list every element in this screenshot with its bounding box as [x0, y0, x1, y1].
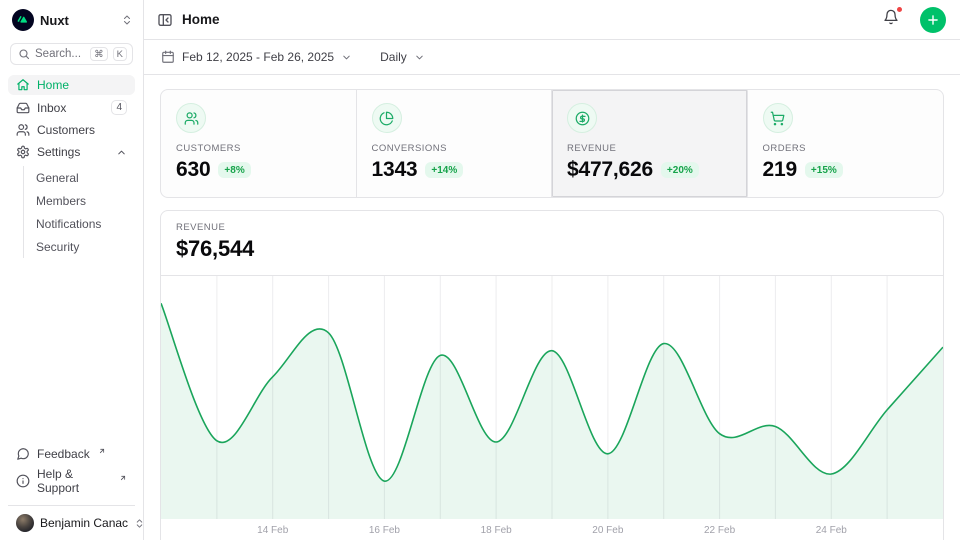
- settings-submenu: General Members Notifications Security: [23, 166, 135, 258]
- chart-metric-label: REVENUE: [176, 222, 928, 233]
- x-axis-tick-label: 18 Feb: [481, 525, 512, 536]
- granularity-value: Daily: [380, 50, 407, 64]
- user-menu[interactable]: Benjamin Canac: [8, 505, 135, 540]
- kbd-k: K: [113, 47, 127, 61]
- date-range-picker[interactable]: Feb 12, 2025 - Feb 26, 2025: [161, 50, 352, 64]
- revenue-area-chart[interactable]: [161, 276, 943, 519]
- stat-label: CUSTOMERS: [176, 143, 341, 154]
- info-circle-icon: [16, 474, 30, 488]
- stat-value: 630: [176, 158, 210, 182]
- stats-row: CUSTOMERS 630 +8% CONVERSIONS 1343 +14%: [160, 89, 944, 198]
- chevron-down-icon: [414, 52, 425, 63]
- sidebar-item-notifications[interactable]: Notifications: [24, 212, 135, 235]
- chart-header: REVENUE $76,544: [161, 211, 943, 276]
- inbox-icon: [16, 101, 30, 115]
- chart-canvas[interactable]: [161, 276, 943, 519]
- feedback-label: Feedback: [37, 447, 90, 461]
- stat-card-revenue[interactable]: REVENUE $477,626 +20%: [552, 90, 748, 197]
- user-name: Benjamin Canac: [40, 516, 128, 530]
- sidebar-item-security[interactable]: Security: [24, 235, 135, 258]
- stat-label: CONVERSIONS: [372, 143, 537, 154]
- x-axis-tick-label: 24 Feb: [816, 525, 847, 536]
- sidebar-item-label: Settings: [37, 145, 80, 159]
- stat-delta-badge: +14%: [425, 162, 463, 178]
- inbox-count-badge: 4: [111, 100, 127, 115]
- chevron-down-icon: [341, 52, 352, 63]
- sidebar-item-settings[interactable]: Settings: [8, 142, 135, 162]
- sidebar-item-label: Home: [37, 78, 69, 92]
- pie-chart-icon: [372, 103, 402, 133]
- page-title: Home: [182, 12, 220, 27]
- calendar-icon: [161, 50, 175, 64]
- revenue-chart-card: REVENUE $76,544 14 Feb 16 Feb 18 Feb 20 Feb…: [160, 210, 944, 540]
- external-link-icon: [119, 474, 127, 482]
- granularity-select[interactable]: Daily: [380, 50, 425, 64]
- users-icon: [16, 123, 30, 137]
- x-axis-tick-label: 22 Feb: [704, 525, 735, 536]
- sidebar-item-customers[interactable]: Customers: [8, 120, 135, 140]
- help-support-label: Help & Support: [37, 467, 111, 495]
- dollar-circle-icon: [567, 103, 597, 133]
- help-support-link[interactable]: Help & Support: [8, 464, 135, 498]
- stat-delta-badge: +15%: [805, 162, 843, 178]
- date-range-value: Feb 12, 2025 - Feb 26, 2025: [182, 50, 334, 64]
- chevron-up-down-icon: [121, 14, 133, 26]
- app-window: Nuxt Search... ⌘ K Home: [0, 0, 960, 540]
- feedback-link[interactable]: Feedback: [8, 444, 135, 464]
- stat-label: ORDERS: [763, 143, 929, 154]
- filters-toolbar: Feb 12, 2025 - Feb 26, 2025 Daily: [144, 40, 960, 75]
- team-switcher[interactable]: Nuxt: [0, 0, 143, 37]
- search-icon: [18, 48, 30, 60]
- plus-icon: [926, 13, 940, 27]
- home-icon: [16, 78, 30, 92]
- cart-icon: [763, 103, 793, 133]
- stat-card-conversions[interactable]: CONVERSIONS 1343 +14%: [357, 90, 553, 197]
- stat-value: $477,626: [567, 158, 653, 182]
- brand-name: Nuxt: [40, 13, 115, 28]
- x-axis-tick-label: 14 Feb: [257, 525, 288, 536]
- stat-card-customers[interactable]: CUSTOMERS 630 +8%: [161, 90, 357, 197]
- search-placeholder: Search...: [35, 48, 85, 60]
- sidebar-item-home[interactable]: Home: [8, 75, 135, 95]
- stat-value: 219: [763, 158, 797, 182]
- dashboard-content: CUSTOMERS 630 +8% CONVERSIONS 1343 +14%: [144, 75, 960, 540]
- sidebar-item-members[interactable]: Members: [24, 189, 135, 212]
- sidebar-item-label: Inbox: [37, 101, 66, 115]
- sidebar-item-label: Customers: [37, 123, 95, 137]
- chat-bubble-icon: [16, 447, 30, 461]
- x-axis-tick-label: 20 Feb: [592, 525, 623, 536]
- stat-card-orders[interactable]: ORDERS 219 +15%: [748, 90, 944, 197]
- stat-value: 1343: [372, 158, 418, 182]
- chevron-up-icon: [116, 147, 127, 158]
- stat-label: REVENUE: [567, 143, 732, 154]
- x-axis-tick-label: 16 Feb: [369, 525, 400, 536]
- stat-delta-badge: +20%: [661, 162, 699, 178]
- nuxt-logo-icon: [12, 9, 34, 31]
- chart-metric-value: $76,544: [176, 236, 928, 262]
- sidebar: Nuxt Search... ⌘ K Home: [0, 0, 144, 540]
- sidebar-item-general[interactable]: General: [24, 166, 135, 189]
- gear-icon: [16, 145, 30, 159]
- collapse-sidebar-icon[interactable]: [157, 12, 173, 28]
- notifications-button[interactable]: [879, 5, 903, 34]
- users-icon: [176, 103, 206, 133]
- kbd-cmd: ⌘: [90, 47, 108, 61]
- page-header: Home: [144, 0, 960, 40]
- x-axis: 14 Feb 16 Feb 18 Feb 20 Feb 22 Feb 24 Feb: [161, 519, 943, 540]
- user-avatar: [16, 514, 34, 532]
- stat-delta-badge: +8%: [218, 162, 250, 178]
- sidebar-nav: Home Inbox 4 Customers Sett: [0, 67, 143, 440]
- sidebar-footer: Feedback Help & Support Benjamin Canac: [0, 440, 143, 540]
- sidebar-item-inbox[interactable]: Inbox 4: [8, 97, 135, 118]
- main-area: Home Feb 12, 2025 - Feb 26, 2025 Dai: [144, 0, 960, 540]
- add-button[interactable]: [920, 7, 946, 33]
- notification-dot-icon: [896, 6, 903, 13]
- search-input[interactable]: Search... ⌘ K: [10, 43, 133, 65]
- external-link-icon: [98, 447, 106, 455]
